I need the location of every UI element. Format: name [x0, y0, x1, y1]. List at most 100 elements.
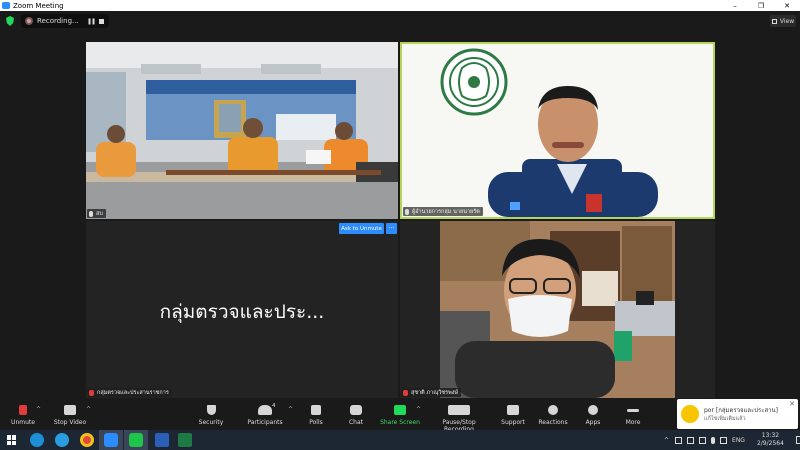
line-chat-icon: [129, 433, 143, 447]
participant-name-tag: ผู้อำนวยการกลุ่ม นายนายรัต: [403, 207, 483, 216]
muted-microphone-icon: [19, 405, 27, 415]
internet-explorer-icon[interactable]: [55, 433, 69, 447]
more-dots-icon: [627, 409, 639, 412]
video-options-caret[interactable]: ^: [86, 406, 91, 413]
maximize-button[interactable]: ❐: [748, 2, 774, 10]
view-button-label: View: [779, 17, 795, 25]
minimize-button[interactable]: –: [722, 2, 748, 10]
ask-to-unmute-button[interactable]: Ask to Unmute: [339, 223, 384, 234]
windows-taskbar: ^ ENG 13:32 2/9/2564: [0, 430, 800, 450]
security-button[interactable]: Security: [196, 405, 226, 426]
pause-stop-recording-button[interactable]: Pause/Stop Recording: [428, 405, 490, 433]
sender-avatar: [681, 405, 699, 423]
edge-browser-icon[interactable]: [30, 433, 44, 447]
reactions-label: Reactions: [538, 419, 568, 426]
recording-label: Recording...: [37, 17, 79, 25]
recording-dot-icon: [25, 17, 33, 25]
chat-notification[interactable]: por [กลุ่มตรวจและประสาน] แก้ไขเพิ่มเติมแ…: [677, 399, 798, 429]
support-button[interactable]: Support: [498, 405, 528, 426]
encryption-shield-icon[interactable]: [6, 16, 14, 26]
muted-microphone-icon: [89, 389, 94, 396]
audio-options-caret[interactable]: ^: [36, 406, 41, 413]
participants-icon: [258, 405, 272, 415]
polls-bar-chart-icon: [311, 405, 321, 415]
system-tray: ^ ENG 13:32 2/9/2564: [664, 430, 800, 450]
participant-name: สุชาติ ภาณุวิชรพงษ์: [411, 389, 459, 396]
show-hidden-icons-caret[interactable]: ^: [664, 437, 669, 444]
zoom-app-icon: [2, 2, 10, 9]
pause-stop-recording-icon: [448, 405, 470, 415]
participants-count: 4: [272, 403, 276, 409]
pause-recording-icon[interactable]: ❚❚: [87, 18, 96, 25]
more-label: More: [625, 419, 641, 426]
more-button[interactable]: More: [620, 405, 646, 426]
support-label: Support: [501, 419, 525, 426]
meeting-top-bar: Recording... ❚❚ View: [0, 11, 800, 31]
apps-label: Apps: [585, 419, 601, 426]
share-screen-button[interactable]: Share Screen: [380, 405, 420, 426]
word-icon[interactable]: [155, 433, 169, 447]
reactions-button[interactable]: Reactions: [536, 405, 570, 426]
apps-button[interactable]: Apps: [580, 405, 606, 426]
clock[interactable]: 13:32 2/9/2564: [757, 432, 784, 448]
input-language[interactable]: ENG: [732, 437, 745, 444]
participant-name: สบ: [96, 210, 103, 217]
notification-sender: por [กลุ่มตรวจและประสาน]: [704, 407, 778, 414]
clock-time: 13:32: [761, 432, 780, 439]
participants-options-caret[interactable]: ^: [288, 406, 293, 413]
tray-app-icon[interactable]: [687, 436, 695, 444]
video-camera-icon: [64, 405, 76, 415]
zoom-taskbar-icon: [104, 433, 118, 447]
participant-avatar-name: กลุ่มตรวจและประ...: [159, 301, 325, 323]
participants-button[interactable]: Participants: [245, 405, 285, 426]
notification-message: แก้ไขเพิ่มเติมแล้ว: [704, 416, 746, 422]
view-button[interactable]: View: [770, 15, 796, 27]
grid-icon: [771, 18, 777, 24]
share-screen-arrow-icon: [394, 405, 406, 415]
video-tile-3[interactable]: กลุ่มตรวจและประ... กลุ่มตรวจและประสานราช…: [86, 221, 398, 398]
microphone-icon: [405, 208, 409, 215]
polls-button[interactable]: Polls: [303, 405, 329, 426]
close-icon[interactable]: ✕: [789, 400, 795, 408]
stop-video-button[interactable]: Stop Video: [50, 405, 90, 426]
chat-button[interactable]: Chat: [343, 405, 369, 426]
unmute-button[interactable]: Unmute: [8, 405, 38, 426]
muted-microphone-icon: [403, 389, 408, 396]
masked-participant-video: [440, 221, 675, 398]
security-label: Security: [198, 419, 224, 426]
reactions-smiley-icon: [548, 405, 558, 415]
zoom-taskbar-button-active[interactable]: [99, 430, 123, 450]
microphone-icon: [89, 210, 93, 217]
participant-name: ผู้อำนวยการกลุ่ม นายนายรัต: [412, 208, 480, 215]
stop-video-label: Stop Video: [53, 419, 87, 426]
close-button[interactable]: ✕: [774, 2, 800, 10]
participants-label: Participants: [247, 419, 283, 426]
stop-recording-icon[interactable]: [99, 18, 104, 24]
video-tile-1[interactable]: สบ: [86, 42, 398, 219]
chrome-icon[interactable]: [80, 433, 94, 447]
chat-bubble-icon: [350, 405, 362, 415]
chat-label: Chat: [348, 419, 364, 426]
window-title: Zoom Meeting: [13, 1, 64, 10]
network-icon[interactable]: [699, 436, 707, 444]
video-tile-4[interactable]: สุชาติ ภาณุวิชรพงษ์: [400, 221, 715, 398]
speaker-volume-icon[interactable]: [720, 436, 728, 444]
share-options-caret[interactable]: ^: [416, 406, 421, 413]
video-tile-2-active-speaker[interactable]: ผู้อำนวยการกลุ่ม นายนายรัต: [400, 42, 715, 219]
apps-icon: [588, 405, 598, 415]
share-screen-label: Share Screen: [380, 419, 420, 426]
windows-start-icon[interactable]: [7, 435, 17, 445]
microphone-tray-icon[interactable]: [711, 436, 716, 444]
security-shield-icon: [206, 405, 216, 415]
line-taskbar-button-active[interactable]: [124, 430, 148, 450]
recording-indicator: Recording... ❚❚: [21, 14, 109, 28]
excel-icon[interactable]: [178, 433, 192, 447]
tray-app-icon[interactable]: [675, 436, 683, 444]
participant-name-tag: สบ: [87, 209, 106, 218]
participant-name-tag: กลุ่มตรวจและประสานราชการ: [87, 388, 172, 397]
conference-room-video: [86, 42, 398, 219]
notifications-icon[interactable]: [795, 436, 800, 444]
participant-name-tag: สุชาติ ภาณุวิชรพงษ์: [401, 388, 462, 397]
window-title-bar: Zoom Meeting – ❐ ✕: [0, 0, 800, 11]
tile-more-options-button[interactable]: ···: [386, 223, 397, 234]
